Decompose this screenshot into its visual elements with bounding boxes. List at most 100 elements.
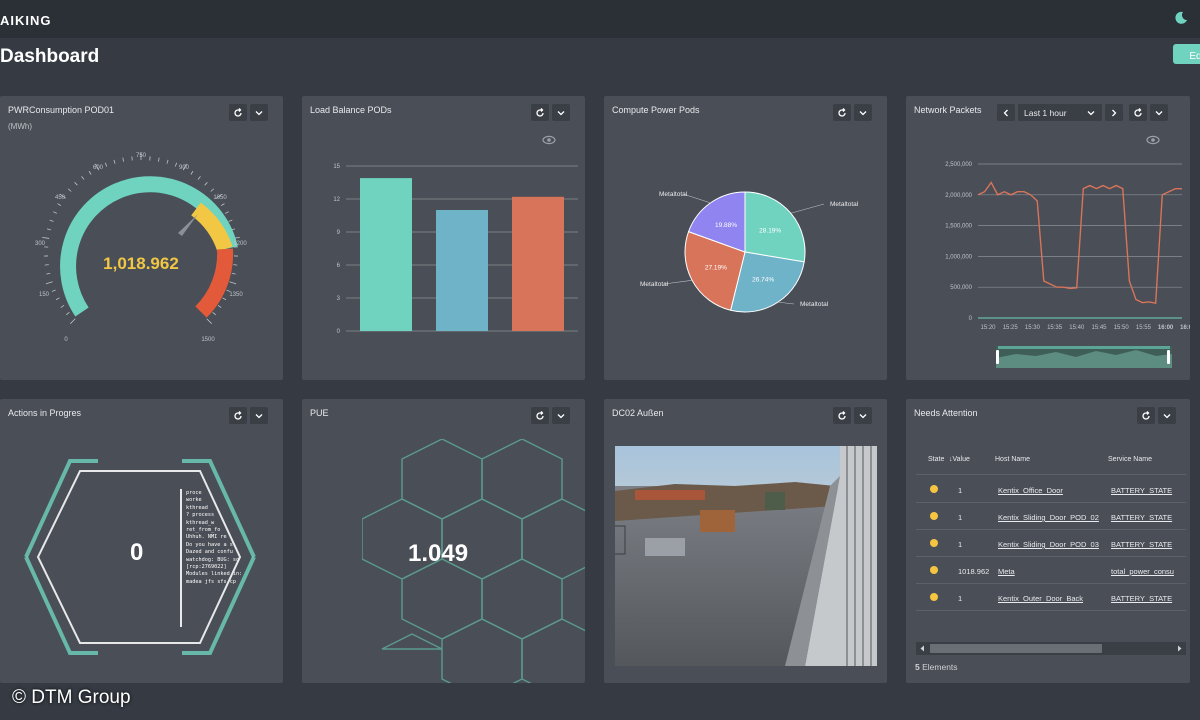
refresh-icon <box>1142 410 1150 420</box>
menu-button[interactable] <box>250 407 268 424</box>
scroll-right-icon[interactable] <box>1176 645 1183 652</box>
host-link[interactable]: Kentix_Sliding_Door_POD_03 <box>998 540 1099 549</box>
gauge-tick-label: 750 <box>136 153 147 159</box>
refresh-button[interactable] <box>531 104 549 121</box>
next-range-button[interactable] <box>1105 104 1123 121</box>
column-header-value[interactable]: ↓Value <box>949 456 970 463</box>
refresh-button[interactable] <box>1137 407 1155 424</box>
service-link[interactable]: BATTERY_STATE <box>1111 594 1172 603</box>
x-tick-label: 15:30 <box>1025 325 1041 331</box>
panel-title: Network Packets <box>914 105 982 115</box>
gauge-arc-red <box>195 248 234 318</box>
eye-icon[interactable] <box>542 135 556 145</box>
state-dot <box>930 539 938 547</box>
horizontal-scrollbar[interactable] <box>916 642 1186 655</box>
pie-slice-label: Metaltotal <box>659 191 688 198</box>
prev-range-button[interactable] <box>997 104 1015 121</box>
gauge-svg: 1,018.962 0 150 300 450 600 750 900 1050… <box>35 153 247 343</box>
menu-button[interactable] <box>250 104 268 121</box>
gauge-tick <box>66 311 70 316</box>
gauge-tick <box>45 281 53 285</box>
table-row[interactable]: 1 Kentix_Outer_Door_Back BATTERY_STATE <box>916 584 1186 611</box>
hex-pattern <box>362 439 585 683</box>
gauge-tick <box>88 170 92 175</box>
refresh-icon <box>234 107 242 117</box>
gauge-tick-label: 1350 <box>229 292 243 298</box>
slider-handle-right[interactable] <box>1167 350 1170 364</box>
host-link[interactable]: Kentix_Sliding_Door_POD_02 <box>998 513 1099 522</box>
gauge-tick <box>220 203 225 207</box>
gauge-tick <box>81 176 85 180</box>
bar-chart: 0 3 6 9 12 15 <box>333 164 578 335</box>
gauge-tick <box>231 272 236 275</box>
gauge-tick-label: 900 <box>179 165 190 171</box>
gauge-tick <box>42 236 50 239</box>
menu-button[interactable] <box>552 104 570 121</box>
log-line: ret_from_fo <box>186 527 221 534</box>
y-tick-label: 12 <box>333 197 340 203</box>
x-tick-label: 15:40 <box>1069 325 1085 331</box>
refresh-button[interactable] <box>833 407 851 424</box>
bar-pod03[interactable] <box>512 196 564 331</box>
host-link[interactable]: Kentix_Office_Door <box>998 486 1063 495</box>
menu-button[interactable] <box>854 104 872 121</box>
panel-load-balance: Load Balance PODs 0 3 6 9 12 15 <box>302 96 585 380</box>
host-link[interactable]: Meta <box>998 567 1015 576</box>
menu-button[interactable] <box>1158 407 1176 424</box>
bar-pod01[interactable] <box>360 178 412 331</box>
table-row[interactable]: 1 Kentix_Sliding_Door_POD_03 BATTERY_STATE <box>916 530 1186 557</box>
eye-icon[interactable] <box>1146 135 1160 145</box>
bar-pod02[interactable] <box>436 210 488 331</box>
chevron-down-icon <box>1155 110 1163 115</box>
gauge-tick <box>74 182 78 186</box>
time-slider[interactable] <box>996 346 1172 368</box>
menu-button[interactable] <box>1150 104 1168 121</box>
slider-handle-left[interactable] <box>996 350 999 364</box>
gauge-tick-label: 300 <box>35 241 46 247</box>
edit-button[interactable]: Edit <box>1173 44 1200 64</box>
line-chart: 0 500,000 1,000,000 1,500,000 2,000,000 2,500… <box>945 162 1190 331</box>
table-row[interactable]: 1018.962 Meta total_power_consu <box>916 557 1186 584</box>
pue-value: 1.049 <box>408 540 469 567</box>
series-line[interactable] <box>977 181 1182 305</box>
scroll-left-icon[interactable] <box>919 645 926 652</box>
menu-button[interactable] <box>854 407 872 424</box>
refresh-button[interactable] <box>229 104 247 121</box>
row-value: 1018.962 <box>958 567 990 576</box>
refresh-button[interactable] <box>229 407 247 424</box>
y-tick-label: 1,500,000 <box>945 224 972 230</box>
gauge-tick <box>70 318 76 324</box>
gauge-tick <box>53 211 58 214</box>
panel-title: PUE <box>310 408 329 418</box>
chevron-down-icon <box>557 110 565 115</box>
service-link[interactable]: total_power_consu <box>1111 567 1174 576</box>
scrollbar-thumb[interactable] <box>930 644 1102 653</box>
pie-percent-label: 27.19% <box>705 265 727 272</box>
log-line: ? process <box>186 512 215 519</box>
kernel-log: proce worke kthread? process kthread_w ret_f… <box>186 490 250 590</box>
table-row[interactable]: 1 Kentix_Office_Door BATTERY_STATE <box>916 476 1186 503</box>
panel-compute-power: Compute Power Pods 28.19% Metaltotal 26.74… <box>604 96 887 380</box>
refresh-icon <box>838 107 846 117</box>
chevron-down-icon <box>1087 110 1095 115</box>
service-link[interactable]: BATTERY_STATE <box>1111 540 1172 549</box>
log-line: worke <box>186 497 202 504</box>
pie-slice-label: Metaltotal <box>830 201 859 208</box>
x-tick-label: 15:20 <box>980 325 996 331</box>
gauge-tick <box>229 281 237 285</box>
column-header-host[interactable]: Host Name <box>995 456 1030 463</box>
time-range-select[interactable]: Last 1 hour <box>1018 104 1102 121</box>
column-header-service[interactable]: Service Name <box>1108 456 1152 463</box>
refresh-button[interactable] <box>531 407 549 424</box>
service-link[interactable]: BATTERY_STATE <box>1111 486 1172 495</box>
table-row[interactable]: 1 Kentix_Sliding_Door_POD_02 BATTERY_STATE <box>916 503 1186 530</box>
theme-toggle-icon[interactable] <box>1174 11 1188 25</box>
refresh-button[interactable] <box>1129 104 1147 121</box>
host-link[interactable]: Kentix_Outer_Door_Back <box>998 594 1083 603</box>
menu-button[interactable] <box>552 407 570 424</box>
refresh-icon <box>234 410 242 420</box>
refresh-button[interactable] <box>833 104 851 121</box>
service-link[interactable]: BATTERY_STATE <box>1111 513 1172 522</box>
pie-leader-line <box>790 203 825 214</box>
column-header-state[interactable]: State <box>928 456 944 463</box>
